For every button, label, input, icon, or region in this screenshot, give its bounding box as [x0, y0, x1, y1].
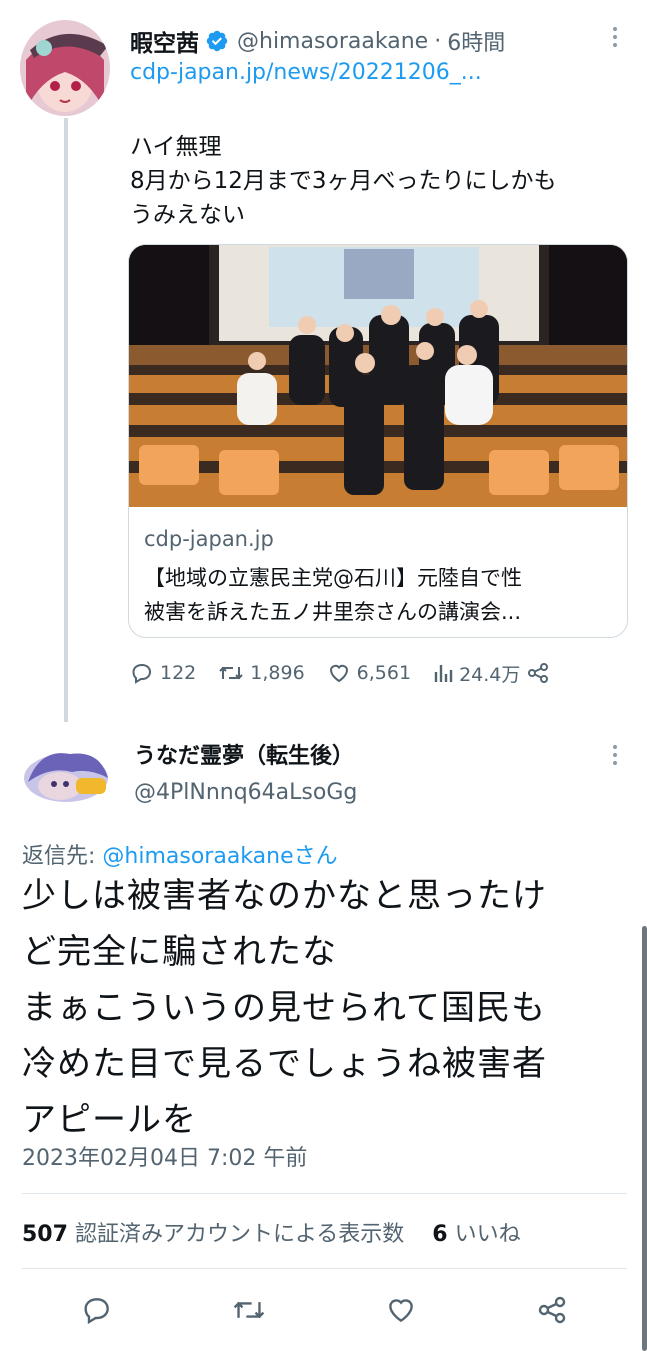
likes-stat-label[interactable]: いいね — [455, 1222, 521, 1247]
reply-text-line: 冷めた目で見るでしょうね被害者 — [22, 1044, 547, 1084]
views-count: 24.4万 — [459, 663, 521, 686]
likes-stat-count: 6 — [432, 1222, 448, 1247]
retweet-button[interactable]: 1,896 — [218, 661, 305, 685]
card-photo — [129, 245, 627, 507]
retweet-icon — [219, 666, 243, 680]
share-icon — [528, 663, 549, 683]
heart-icon — [329, 664, 348, 683]
card-title-line: 被害を訴えた五ノ井里奈さんの講演会... — [144, 600, 522, 624]
parent-handle[interactable]: @himasoraakane — [237, 29, 428, 54]
tweet-stats: 507 認証済みアカウントによる表示数 6 いいね — [22, 1216, 521, 1248]
link-preview-card[interactable]: cdp-japan.jp 【地域の立憲民主党@石川】元陸自で性 被害を訴えた五ノ… — [128, 244, 628, 638]
reply-to-suffix: さん — [293, 844, 338, 869]
reply-to-prefix: 返信先: — [22, 844, 103, 869]
reply-author-name[interactable]: うなだ霊夢（転生後） — [134, 738, 354, 770]
parent-timestamp[interactable]: 6時間 — [447, 25, 505, 57]
reply-action-bar — [22, 1290, 627, 1330]
share-button[interactable] — [526, 661, 556, 685]
thread-connector-line — [64, 118, 68, 722]
divider — [22, 1193, 627, 1194]
share-icon[interactable] — [536, 1294, 568, 1326]
views-stat-label[interactable]: 認証済みアカウントによる表示数 — [75, 1222, 404, 1247]
more-options-icon[interactable] — [611, 742, 619, 770]
like-button[interactable]: 6,561 — [327, 661, 411, 685]
reply-text-line: まぁこういうの見せられて国民も — [22, 988, 546, 1028]
views-stat-count: 507 — [22, 1222, 68, 1247]
more-options-icon[interactable] — [611, 24, 619, 52]
heart-icon[interactable] — [385, 1294, 417, 1326]
separator-dot: · — [434, 28, 442, 54]
reply-author-handle[interactable]: @4PlNnnq64aLsoGg — [134, 780, 357, 805]
card-title-line: 【地域の立憲民主党@石川】元陸自で性 — [144, 566, 522, 590]
reply-icon — [132, 663, 152, 684]
parent-author-name[interactable]: 暇空茜 — [130, 24, 199, 58]
views-button[interactable]: 24.4万 — [433, 660, 520, 687]
reply-text-line: 少しは被害者なのかなと思ったけ — [22, 876, 547, 916]
reply-text-line: ど完全に騙されたな — [22, 932, 337, 972]
card-domain: cdp-japan.jp — [144, 527, 274, 551]
tweet-timestamp[interactable]: 2023年02月04日 7:02 午前 — [22, 1140, 307, 1172]
reply-icon[interactable] — [81, 1294, 113, 1326]
reply-button[interactable]: 122 — [130, 661, 196, 685]
reply-tweet-text: 少しは被害者なのかなと思ったけ ど完全に騙されたな まぁこういうの見せられて国民… — [22, 868, 622, 1148]
scrollbar[interactable] — [642, 926, 647, 1351]
retweet-count: 1,896 — [250, 662, 305, 684]
parent-text-line: 8月から12月まで3ヶ月べったりにしかも — [130, 168, 557, 194]
parent-link[interactable]: cdp-japan.jp/news/20221206_... — [130, 60, 482, 85]
verified-badge-icon — [206, 30, 228, 52]
card-title: 【地域の立憲民主党@石川】元陸自で性 被害を訴えた五ノ井里奈さんの講演会... — [144, 561, 618, 629]
parent-header: 暇空茜 @himasoraakane · 6時間 — [130, 24, 627, 58]
like-count: 6,561 — [356, 662, 412, 684]
replying-to: 返信先: @himasoraakaneさん — [22, 838, 338, 870]
parent-action-bar: 122 1,896 6,561 24.4万 — [130, 656, 587, 690]
reply-count: 122 — [160, 662, 197, 684]
parent-text-line: うみえない — [130, 202, 245, 228]
parent-tweet-text: ハイ無理 8月から12月まで3ヶ月べったりにしかも うみえない — [130, 130, 557, 232]
reply-to-mention[interactable]: @himasoraakane — [102, 844, 293, 869]
views-chart-icon — [434, 665, 453, 682]
reply-avatar[interactable] — [20, 738, 112, 806]
retweet-icon[interactable] — [232, 1294, 266, 1326]
parent-text-line: ハイ無理 — [130, 134, 222, 160]
divider — [22, 1268, 627, 1269]
parent-avatar[interactable] — [20, 20, 110, 116]
